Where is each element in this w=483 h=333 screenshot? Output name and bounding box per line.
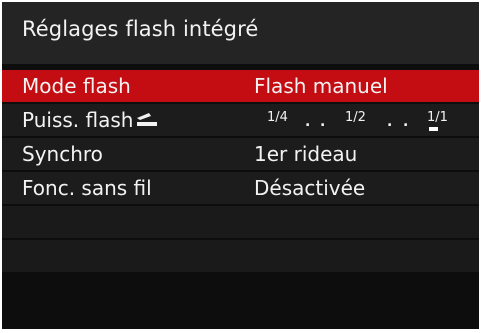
power-step-half: 1/2 — [345, 110, 366, 125]
power-step-dot: . — [387, 114, 393, 130]
power-step-quarter: 1/4 — [267, 110, 288, 125]
power-step-dot: . — [403, 114, 409, 130]
camera-menu-screen: Réglages flash intégré Mode flash Flash … — [2, 2, 479, 329]
flash-power-scale[interactable]: 1/4 . . 1/2 . . 1/1 — [267, 110, 467, 134]
power-level-cursor — [429, 127, 438, 131]
menu-item-label: Puiss. flash — [22, 108, 134, 132]
power-step-dot: . — [320, 114, 326, 130]
flash-power-icon — [137, 113, 158, 126]
menu-title: Réglages flash intégré — [22, 17, 259, 41]
screen-bottom-area — [2, 286, 479, 329]
menu-item-label-wrap: Puiss. flash — [22, 108, 159, 132]
menu-item-label: Fonc. sans fil — [22, 176, 152, 200]
menu-item-mode-flash[interactable]: Mode flash Flash manuel — [2, 70, 479, 102]
menu-row-empty — [2, 240, 479, 272]
menu-item-wireless[interactable]: Fonc. sans fil Désactivée — [2, 172, 479, 204]
menu-item-value: Désactivée — [254, 176, 366, 200]
power-step-full: 1/1 — [427, 110, 448, 125]
menu-item-synchro[interactable]: Synchro 1er rideau — [2, 138, 479, 170]
flash-settings-menu: Mode flash Flash manuel Puiss. flash 1/4… — [2, 70, 479, 274]
menu-item-value: 1er rideau — [254, 142, 358, 166]
menu-title-bar: Réglages flash intégré — [2, 2, 479, 64]
power-step-dot: . — [305, 114, 311, 130]
menu-item-value: Flash manuel — [254, 74, 388, 98]
menu-item-flash-power[interactable]: Puiss. flash 1/4 . . 1/2 . . 1/1 — [2, 104, 479, 136]
menu-row-empty — [2, 206, 479, 238]
menu-item-label: Mode flash — [22, 74, 131, 98]
menu-item-label: Synchro — [22, 142, 103, 166]
